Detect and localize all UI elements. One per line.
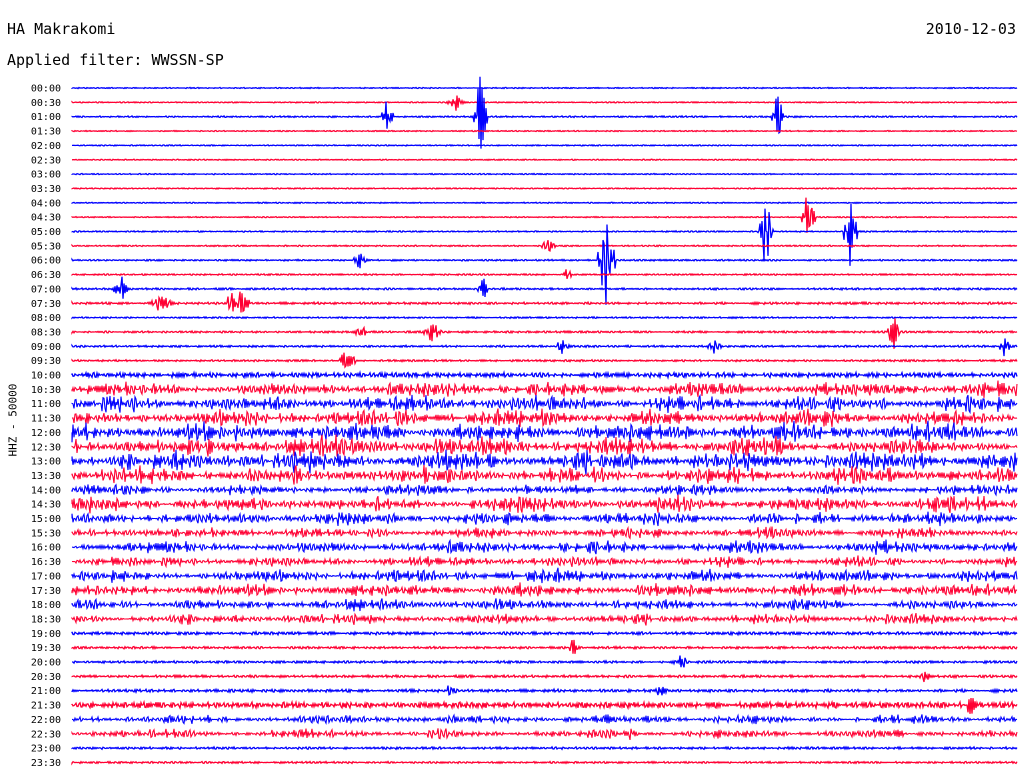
trace-row	[71, 352, 1018, 369]
row-time-label: 18:00	[31, 600, 61, 611]
trace-row	[71, 338, 1018, 357]
trace-row	[71, 380, 1018, 398]
trace-row	[71, 369, 1018, 381]
row-time-label: 21:00	[31, 686, 61, 697]
row-time-label: 20:00	[31, 658, 61, 669]
row-time-label: 10:30	[31, 385, 61, 396]
row-time-label: 19:00	[31, 629, 61, 640]
trace-row	[71, 86, 1018, 90]
row-time-label: 22:00	[31, 715, 61, 726]
row-time-label: 00:00	[31, 84, 61, 95]
row-time-label: 06:00	[31, 256, 61, 267]
trace-row	[71, 511, 1018, 527]
trace-row	[71, 269, 1018, 280]
row-time-label: 17:30	[31, 586, 61, 597]
trace-row	[71, 203, 1018, 266]
trace-row	[71, 567, 1018, 584]
row-time-label: 03:00	[31, 170, 61, 181]
trace-row	[71, 224, 1018, 305]
row-time-label: 20:30	[31, 672, 61, 683]
seismic-traces	[71, 76, 1018, 766]
trace-row	[71, 201, 1018, 205]
row-time-label: 19:30	[31, 643, 61, 654]
row-time-label: 16:00	[31, 543, 61, 554]
trace-row	[71, 276, 1018, 299]
trace-row	[71, 240, 1018, 252]
trace-row	[71, 685, 1018, 696]
trace-row	[72, 538, 1018, 555]
row-time-label: 09:30	[31, 356, 61, 367]
row-time-label: 01:30	[31, 127, 61, 138]
trace-row	[71, 612, 1018, 626]
row-time-label: 00:30	[31, 98, 61, 109]
row-time-label: 08:00	[31, 313, 61, 324]
trace-row	[71, 639, 1018, 654]
trace-row	[71, 483, 1018, 497]
trace-row	[71, 393, 1018, 415]
helicorder-plot: 00:00 00:30 01:00 01:30 02:00 02:30 03:00 03:30…	[31, 76, 1018, 769]
row-time-label: 23:30	[31, 758, 61, 769]
row-time-label: 13:30	[31, 471, 61, 482]
row-time-label: 10:00	[31, 371, 61, 382]
trace-row	[71, 698, 1018, 714]
trace-row	[71, 315, 1018, 320]
row-time-label: 03:30	[31, 184, 61, 195]
trace-row	[71, 582, 1018, 598]
row-time-label: 05:30	[31, 241, 61, 252]
row-time-label: 14:00	[31, 485, 61, 496]
trace-row	[72, 713, 1018, 725]
trace-row	[71, 745, 1018, 751]
trace-row	[71, 291, 1018, 313]
trace-row	[71, 630, 1018, 637]
trace-row	[71, 186, 1018, 190]
row-time-label: 22:30	[31, 729, 61, 740]
row-time-label: 11:00	[31, 399, 61, 410]
row-time-label: 09:00	[31, 342, 61, 353]
row-time-label: 11:30	[31, 414, 61, 425]
trace-row	[72, 143, 1018, 147]
row-time-label: 18:30	[31, 614, 61, 625]
row-time-label: 01:00	[31, 112, 61, 123]
trace-row	[71, 172, 1018, 176]
row-time-label: 12:30	[31, 442, 61, 453]
row-time-label: 05:00	[31, 227, 61, 238]
row-time-label: 15:30	[31, 528, 61, 539]
trace-row	[71, 671, 1018, 683]
trace-row	[71, 158, 1018, 162]
trace-row	[71, 525, 1018, 540]
trace-row	[71, 494, 1018, 514]
trace-row	[71, 728, 1018, 741]
row-time-label: 17:00	[31, 571, 61, 582]
row-time-label: 07:00	[31, 284, 61, 295]
row-time-label: 21:30	[31, 701, 61, 712]
trace-row	[72, 655, 1018, 668]
time-labels: 00:00 00:30 01:00 01:30 02:00 02:30 03:00 03:30…	[31, 84, 61, 769]
row-time-label: 13:00	[31, 457, 61, 468]
row-time-label: 02:00	[31, 141, 61, 152]
trace-row	[71, 449, 1018, 475]
row-time-label: 23:00	[31, 744, 61, 755]
trace-row	[71, 465, 1018, 485]
trace-row	[71, 95, 1018, 111]
row-time-label: 02:30	[31, 155, 61, 166]
trace-row	[71, 408, 1018, 428]
row-time-label: 04:00	[31, 198, 61, 209]
row-time-label: 14:30	[31, 500, 61, 511]
row-time-label: 16:30	[31, 557, 61, 568]
row-time-label: 07:30	[31, 299, 61, 310]
trace-row	[71, 597, 1018, 612]
trace-row	[71, 318, 1018, 349]
trace-row	[71, 760, 1018, 766]
row-time-label: 12:00	[31, 428, 61, 439]
trace-row	[71, 129, 1018, 133]
row-time-label: 06:30	[31, 270, 61, 281]
trace-row	[71, 555, 1018, 569]
row-time-label: 08:30	[31, 327, 61, 338]
row-time-label: 15:00	[31, 514, 61, 525]
trace-row	[71, 434, 1018, 457]
row-time-label: 04:30	[31, 213, 61, 224]
